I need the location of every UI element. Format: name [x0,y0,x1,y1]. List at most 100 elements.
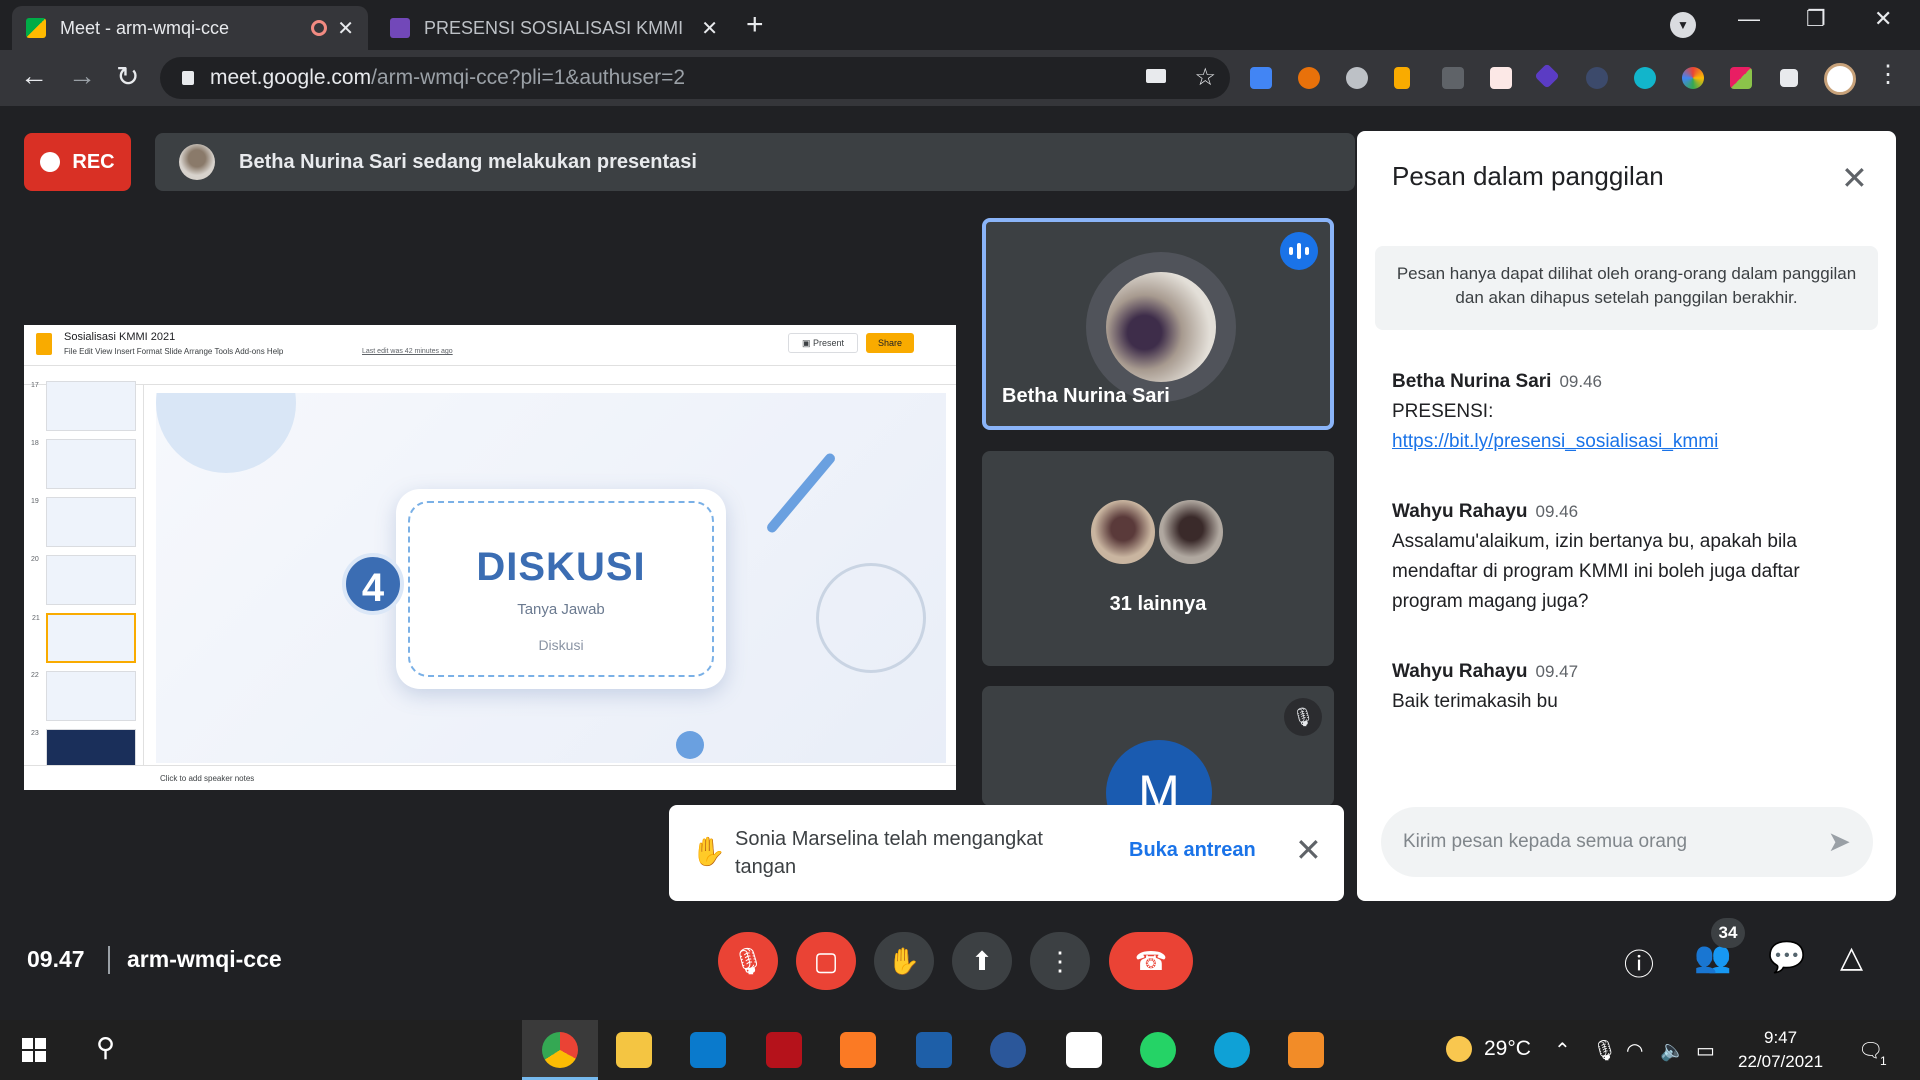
present-button[interactable]: ▣ Present [788,333,858,353]
window-close-icon[interactable]: ✕ [1874,6,1892,32]
decor-dot [676,731,704,759]
browser-menu-icon[interactable]: ⋮ [1876,60,1900,89]
chat-icon[interactable]: 💬 [1768,940,1805,975]
address-bar[interactable]: meet.google.com /arm-wmqi-cce?pli=1&auth… [160,57,1230,99]
forward-icon[interactable]: → [68,60,96,92]
slide-thumbnail-selected[interactable]: 21 [32,613,136,663]
google-meet-icon [26,18,46,38]
speaking-indicator-icon [1280,232,1318,270]
slide-thumbnail[interactable]: 17 [31,381,136,431]
close-icon[interactable]: ✕ [337,16,354,41]
windows-start-icon[interactable] [22,1038,46,1062]
xampp-icon[interactable] [840,1032,876,1068]
tab-search-icon[interactable]: ▼ [1670,12,1696,38]
restore-icon[interactable]: ❐ [1806,6,1826,32]
new-tab-icon[interactable]: + [746,8,764,42]
volume-icon[interactable]: 🔈 [1660,1038,1685,1063]
media-player-icon[interactable] [1288,1032,1324,1068]
chat-input[interactable]: Kirim pesan kepada semua orang ➤ [1381,807,1873,877]
chrome-app-icon[interactable] [542,1032,578,1068]
present-screen-button[interactable]: ⬆ [952,932,1012,990]
camera-off-button[interactable]: ▢ [796,932,856,990]
bookmark-star-icon[interactable]: ☆ [1194,63,1216,92]
m-extension-icon[interactable] [1634,67,1656,89]
browser-toolbar: ← → ↻ meet.google.com /arm-wmqi-cce?pli=… [0,50,1920,106]
move-extension-icon[interactable] [1442,67,1464,89]
send-icon[interactable]: ➤ [1828,825,1851,858]
note-extension-icon[interactable] [1490,67,1512,89]
slide-thumbnail[interactable]: 19 [31,497,136,547]
slide-number-badge: 4 [342,553,404,615]
close-icon[interactable]: ✕ [1841,159,1868,197]
close-icon[interactable]: ✕ [1295,831,1322,869]
word-app-icon[interactable] [990,1032,1026,1068]
profile-avatar[interactable] [1824,63,1856,95]
temperature: 29°C [1484,1037,1531,1060]
microphone-icon[interactable]: 🎙 [1592,1038,1617,1063]
slide-subtitle: Tanya Jawab [517,601,605,618]
tab-meet[interactable]: Meet - arm-wmqi-cce ✕ [12,6,368,50]
mendeley-icon[interactable] [766,1032,802,1068]
message-text: Baik terimakasih bu [1392,691,1558,712]
chevron-up-icon[interactable]: ⌃ [1554,1038,1571,1063]
translate-extension-icon[interactable] [1250,67,1272,89]
ruler-extension-icon[interactable] [1394,67,1410,89]
cursor-extension-icon[interactable] [1586,67,1608,89]
notion-icon[interactable] [1066,1032,1102,1068]
message-text: PRESENSI: [1392,401,1494,422]
grid-extension-icon[interactable] [1730,67,1752,89]
chat-notice: Pesan hanya dapat dilihat oleh orang-ora… [1375,246,1878,330]
share-button[interactable]: Share [866,333,914,353]
edge-icon[interactable] [1214,1032,1250,1068]
tab-presensi[interactable]: PRESENSI SOSIALISASI KMMI ✕ [376,6,732,50]
activities-icon[interactable]: △ [1840,940,1863,975]
open-queue-button[interactable]: Buka antrean [1129,839,1256,862]
avatar: M [1106,740,1212,806]
google-slides-icon [36,333,52,355]
participant-tile-speaker[interactable]: Betha Nurina Sari [982,218,1334,430]
color-extension-icon[interactable] [1682,67,1704,89]
diamond-extension-icon[interactable] [1534,63,1560,89]
reload-icon[interactable]: ↻ [116,60,139,93]
extension-icon[interactable] [1298,67,1320,89]
minimize-icon[interactable]: — [1738,6,1760,32]
tray-time: 9:47 [1764,1028,1798,1047]
raise-hand-button[interactable]: ✋ [874,932,934,990]
share-label: Share [877,338,903,348]
speaker-notes[interactable]: Click to add speaker notes [24,765,956,790]
participant-tile-others[interactable]: 31 lainnya [982,451,1334,666]
participant-tile[interactable]: 🎙 M [982,686,1334,806]
gear-extension-icon[interactable] [1346,67,1368,89]
puzzle-extensions-icon[interactable] [1780,69,1798,87]
camera-icon[interactable] [1146,69,1166,83]
notification-message: Sonia Marselina telah mengangkat tangan [735,828,1043,878]
search-icon[interactable]: ⚲ [96,1032,115,1063]
back-icon[interactable]: ← [20,60,48,92]
leave-call-button[interactable]: ☎ [1109,932,1193,990]
close-icon[interactable]: ✕ [701,16,718,41]
system-clock[interactable]: 9:47 22/07/2021 [1738,1026,1823,1074]
weather-widget[interactable]: 29°C [1446,1036,1531,1062]
slide-thumbnail[interactable]: 18 [31,439,136,489]
chat-message: Wahyu Rahayu 09.46 Assalamu'alaikum, izin… [1392,501,1862,617]
message-link[interactable]: https://bit.ly/presensi_sosialisasi_kmmi [1392,431,1718,452]
chat-panel: Pesan dalam panggilan ✕ Pesan hanya dapa… [1357,131,1896,901]
hand-raised-notification: ✋ Sonia Marselina telah mengangkat tanga… [669,805,1344,901]
slide-thumbnail[interactable]: 20 [31,555,136,605]
mic-off-button[interactable]: 🎙 [718,932,778,990]
url-host: meet.google.com [210,66,372,89]
info-icon[interactable]: ⓘ [1624,940,1654,984]
menu-bar: File Edit View Insert Format Slide Arran… [64,347,284,356]
virtualbox-icon[interactable] [916,1032,952,1068]
avatar [1156,497,1226,567]
chat-message: Wahyu Rahayu 09.47 Baik terimakasih bu [1392,661,1862,717]
vscode-icon[interactable] [690,1032,726,1068]
file-explorer-icon[interactable] [616,1032,652,1068]
whatsapp-icon[interactable] [1140,1032,1176,1068]
more-options-button[interactable]: ⋮ [1030,932,1090,990]
shared-screen[interactable]: Sosialisasi KMMI 2021 File Edit View Ins… [24,325,956,790]
slide-thumbnails[interactable]: 17 18 19 20 21 22 23 [24,381,144,779]
wifi-icon[interactable]: ◠ [1626,1038,1643,1063]
slide-thumbnail[interactable]: 22 [31,671,136,721]
battery-icon[interactable]: ▭ [1696,1038,1715,1063]
